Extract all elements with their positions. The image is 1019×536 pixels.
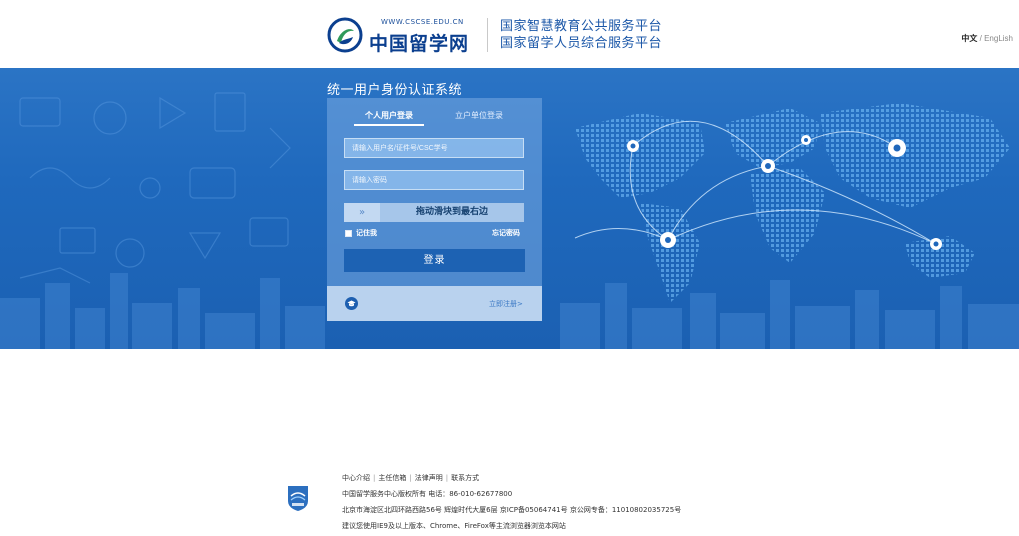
slider-handle-icon[interactable]: » (344, 203, 380, 222)
footer-emblem-icon (287, 484, 309, 512)
remember-label: 记住我 (356, 229, 377, 237)
footer-link-mailbox[interactable]: 主任信箱 (378, 474, 406, 482)
remember-checkbox[interactable] (345, 229, 352, 237)
username-input[interactable] (344, 138, 524, 158)
site-logo[interactable]: WWW.CSCSE.EDU.CN 中国留学网 国家智慧教育公共服务平台 国家留学… (327, 14, 662, 56)
footer-separator: | (445, 474, 449, 482)
tab-personal-login[interactable]: 个人用户登录 (354, 110, 424, 126)
slide-verify-track[interactable]: » 拖动滑块到最右边 (344, 203, 524, 222)
footer-link-about[interactable]: 中心介绍 (342, 474, 370, 482)
platform-name-1: 国家智慧教育公共服务平台 (500, 19, 663, 34)
footer-address: 北京市海淀区北四环路西路56号 辉煌时代大厦6层 京ICP备05064741号 … (342, 506, 682, 514)
cscse-logo-icon (327, 17, 363, 53)
login-button[interactable]: 登录 (344, 249, 525, 272)
site-header: WWW.CSCSE.EDU.CN 中国留学网 国家智慧教育公共服务平台 国家留学… (0, 0, 1019, 68)
login-tabs: 个人用户登录 立户单位登录 (327, 110, 542, 130)
tab-org-login[interactable]: 立户单位登录 (449, 110, 509, 121)
lang-separator: / (979, 34, 982, 43)
footer-link-legal[interactable]: 法律声明 (415, 474, 443, 482)
footer-link-contact[interactable]: 联系方式 (451, 474, 479, 482)
footer-browser-note: 建议您使用IE9及以上版本、Chrome、FireFox等主流浏览器浏览本网站 (342, 522, 566, 530)
remember-me[interactable]: 记住我 (345, 228, 377, 238)
forgot-password-link[interactable]: 忘记密码 (492, 228, 520, 238)
language-switcher: 中文 / EngLish (961, 33, 1013, 44)
footer-separator: | (373, 474, 376, 482)
slider-hint: 拖动滑块到最右边 (415, 207, 488, 217)
register-link[interactable]: 立即注册> (489, 299, 523, 309)
site-footer: 中心介绍 | 主任信箱 | 法律声明 | 联系方式 中国留学服务中心版权所有 电话：86-0… (342, 470, 681, 534)
logo-divider (487, 18, 488, 52)
graduation-cap-icon (345, 297, 358, 310)
password-input[interactable] (344, 170, 524, 190)
logo-url-text: WWW.CSCSE.EDU.CN (381, 18, 464, 26)
platform-name-2: 国家留学人员综合服务平台 (500, 36, 663, 51)
footer-separator: | (409, 474, 412, 482)
logo-name-text: 中国留学网 (369, 33, 470, 55)
lang-english-link[interactable]: EngLish (984, 34, 1013, 43)
footer-copyright: 中国留学服务中心版权所有 电话：86-010-62677800 (342, 490, 513, 498)
lang-chinese-link[interactable]: 中文 (961, 34, 977, 43)
footer-links: 中心介绍 | 主任信箱 | 法律声明 | 联系方式 (342, 470, 681, 486)
system-title: 统一用户身份认证系统 (327, 83, 463, 98)
